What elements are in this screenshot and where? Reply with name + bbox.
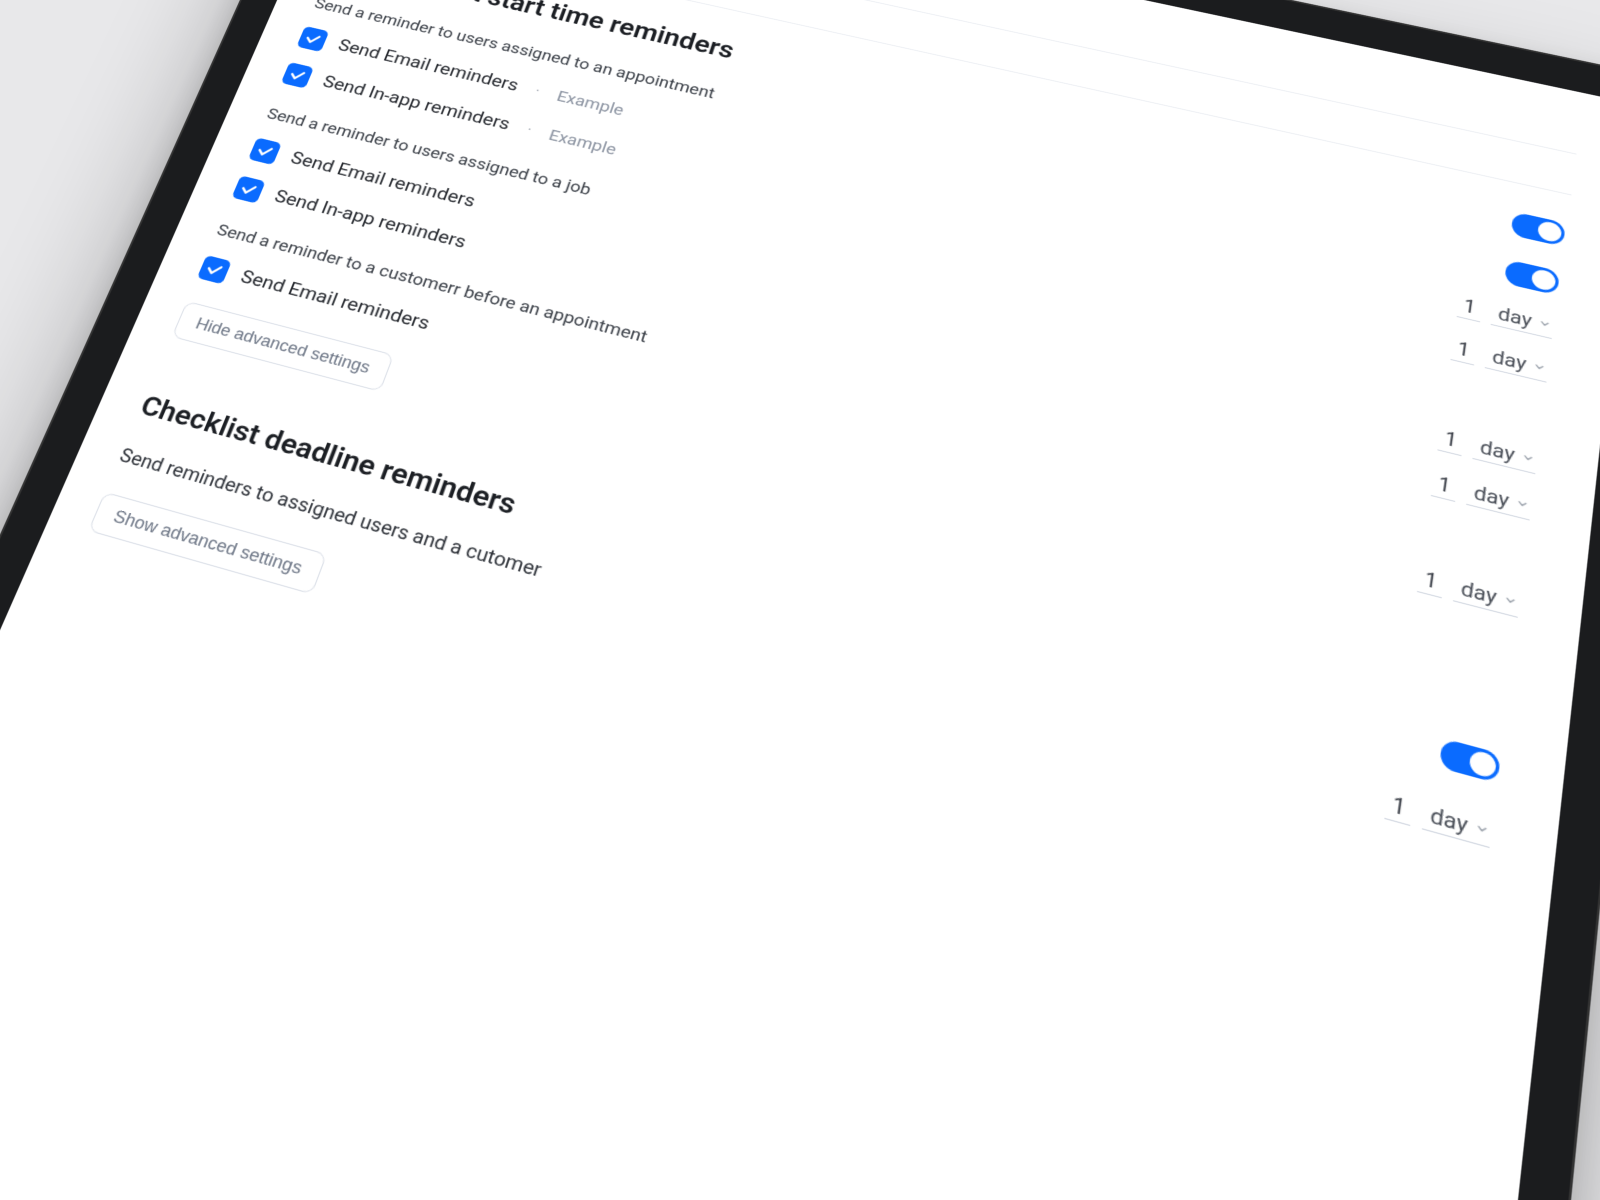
time-value-input[interactable]: 1 [1450,334,1477,365]
toggle-users-appointment[interactable] [1504,259,1560,295]
checkbox-email[interactable] [197,255,232,284]
time-unit-select[interactable]: day [1490,299,1555,339]
checkbox-inapp[interactable] [232,175,266,203]
example-link[interactable]: Example [554,87,626,120]
time-unit-select[interactable]: day [1484,342,1549,382]
time-value-input[interactable]: 1 [1430,469,1458,502]
chevron-down-icon [1532,360,1546,374]
checkbox-inapp[interactable] [281,62,314,89]
chevron-down-icon [1503,593,1518,608]
checkbox-email[interactable] [248,137,282,165]
toggle-appointment-reminders[interactable] [1510,212,1565,247]
example-link[interactable]: Example [546,125,619,159]
time-unit-select[interactable]: day [1466,477,1533,520]
time-unit-select[interactable]: day [1452,573,1521,618]
time-value-input[interactable]: 1 [1384,788,1414,826]
tablet-device-frame: Reminder settings Use reminders Appointm… [0,0,1600,1200]
time-unit-select[interactable]: day [1472,432,1539,474]
separator-dot: · [530,82,546,99]
time-value-input[interactable]: 1 [1437,424,1465,456]
chevron-down-icon [1521,451,1536,465]
chevron-down-icon [1474,821,1490,838]
chevron-down-icon [1515,497,1530,512]
screen: Reminder settings Use reminders Appointm… [0,0,1600,1200]
chevron-down-icon [1538,317,1552,330]
time-picker[interactable]: 1 day [1384,788,1494,848]
checkbox-email[interactable] [297,26,330,52]
toggle-checklist-reminders[interactable] [1439,738,1501,783]
separator-dot: · [521,121,537,138]
time-unit-select[interactable]: day [1421,798,1493,848]
time-value-input[interactable]: 1 [1456,292,1483,323]
time-picker[interactable]: 1 day [1416,564,1521,618]
time-value-input[interactable]: 1 [1416,564,1445,599]
